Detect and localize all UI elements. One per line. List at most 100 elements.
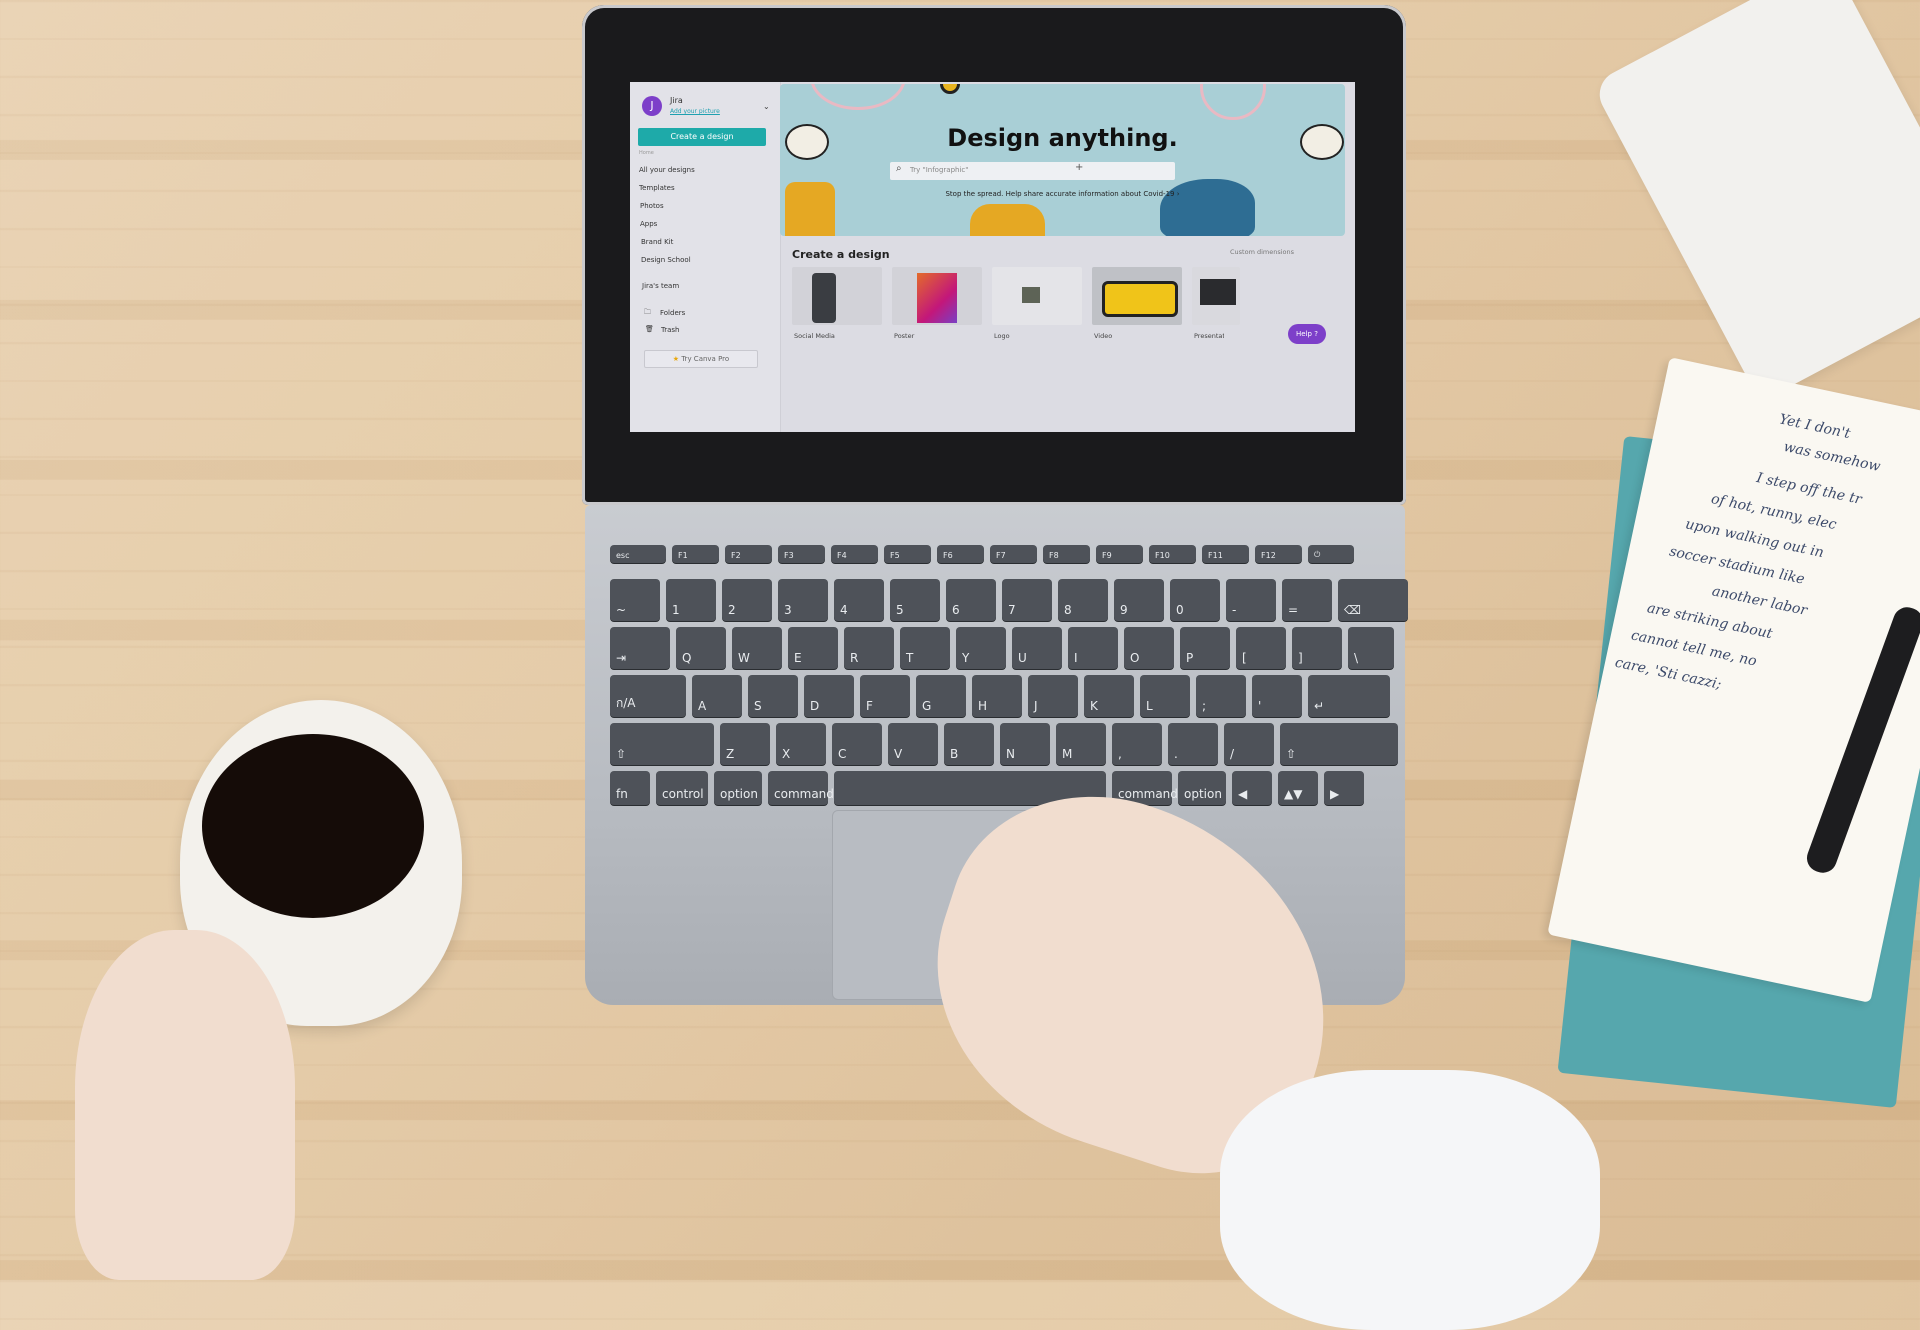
key[interactable]: L [1140, 675, 1190, 717]
key[interactable]: F3 [778, 545, 825, 563]
key[interactable]: G [916, 675, 966, 717]
key[interactable]: X [776, 723, 826, 765]
key[interactable]: ▲▼ [1278, 771, 1318, 805]
key[interactable]: ] [1292, 627, 1342, 669]
sidebar-item-trash[interactable]: Trash [661, 326, 680, 334]
key[interactable]: F9 [1096, 545, 1143, 563]
key[interactable]: ~ [610, 579, 660, 621]
key[interactable]: 8 [1058, 579, 1108, 621]
sidebar-item-all-designs[interactable]: All your designs [639, 166, 695, 174]
key[interactable]: Q [676, 627, 726, 669]
key[interactable]: ▶ [1324, 771, 1364, 805]
key[interactable]: ก/A [610, 675, 686, 717]
key[interactable]: M [1056, 723, 1106, 765]
key[interactable]: V [888, 723, 938, 765]
try-pro-button[interactable]: ★ Try Canva Pro [644, 350, 758, 368]
key[interactable]: O [1124, 627, 1174, 669]
design-tile-poster[interactable] [892, 267, 982, 325]
covid-notice-link[interactable]: Stop the spread. Help share accurate inf… [780, 190, 1345, 198]
key[interactable]: B [944, 723, 994, 765]
sidebar-item-folders[interactable]: Folders [660, 309, 685, 317]
sidebar-item-brand-kit[interactable]: Brand Kit [641, 238, 673, 246]
sidebar-item-apps[interactable]: Apps [640, 220, 657, 228]
key[interactable]: ; [1196, 675, 1246, 717]
custom-dimensions-link[interactable]: Custom dimensions [1230, 248, 1294, 256]
key[interactable]: esc [610, 545, 666, 563]
key[interactable]: F8 [1043, 545, 1090, 563]
key[interactable]: 0 [1170, 579, 1220, 621]
key[interactable]: F6 [937, 545, 984, 563]
key[interactable]: D [804, 675, 854, 717]
key[interactable]: 4 [834, 579, 884, 621]
key[interactable]: W [732, 627, 782, 669]
key[interactable]: I [1068, 627, 1118, 669]
key[interactable]: 2 [722, 579, 772, 621]
key[interactable]: = [1282, 579, 1332, 621]
sidebar-item-templates[interactable]: Templates [639, 184, 675, 192]
search-input[interactable]: ⌕ Try "Infographic" + [890, 162, 1175, 180]
key[interactable]: C [832, 723, 882, 765]
design-tile-video[interactable] [1092, 267, 1182, 325]
design-tile-presentation[interactable] [1192, 267, 1240, 325]
design-tile-logo[interactable] [992, 267, 1082, 325]
key[interactable]: ' [1252, 675, 1302, 717]
key[interactable]: ⏻ [1308, 545, 1354, 563]
help-button[interactable]: Help ? [1288, 324, 1326, 344]
key[interactable]: command [768, 771, 834, 805]
key[interactable]: A [692, 675, 742, 717]
key[interactable]: F11 [1202, 545, 1249, 563]
key[interactable]: 9 [1114, 579, 1164, 621]
key[interactable]: T [900, 627, 950, 669]
key[interactable]: Z [720, 723, 770, 765]
key[interactable]: N [1000, 723, 1050, 765]
key[interactable]: J [1028, 675, 1078, 717]
key[interactable]: S [748, 675, 798, 717]
key[interactable]: option [1178, 771, 1226, 805]
key[interactable]: F7 [990, 545, 1037, 563]
add-picture-link[interactable]: Add your picture [670, 108, 720, 115]
key[interactable]: 1 [666, 579, 716, 621]
key[interactable]: ⌫ [1338, 579, 1408, 621]
key[interactable]: E [788, 627, 838, 669]
create-design-button[interactable]: Create a design [638, 128, 766, 146]
key[interactable]: F5 [884, 545, 931, 563]
key[interactable]: ◀ [1232, 771, 1272, 805]
sidebar-item-design-school[interactable]: Design School [641, 256, 691, 264]
key[interactable]: \ [1348, 627, 1394, 669]
key[interactable]: [ [1236, 627, 1286, 669]
chevron-down-icon[interactable]: ⌄ [763, 102, 770, 111]
key[interactable]: ⇧ [610, 723, 714, 765]
key[interactable]: 6 [946, 579, 996, 621]
key[interactable]: - [1226, 579, 1276, 621]
key[interactable]: Y [956, 627, 1006, 669]
team-label[interactable]: Jira's team [642, 282, 679, 290]
key[interactable]: control [656, 771, 708, 805]
key[interactable]: 5 [890, 579, 940, 621]
sidebar-item-home[interactable]: Home [639, 150, 654, 156]
key[interactable]: F1 [672, 545, 719, 563]
key[interactable]: 7 [1002, 579, 1052, 621]
key-label: \ [1354, 651, 1359, 665]
design-tile-social-media[interactable] [792, 267, 882, 325]
key[interactable]: U [1012, 627, 1062, 669]
key[interactable]: ⇧ [1280, 723, 1398, 765]
key[interactable]: F [860, 675, 910, 717]
key[interactable]: ⇥ [610, 627, 670, 669]
key[interactable]: F4 [831, 545, 878, 563]
sidebar-item-photos[interactable]: Photos [640, 202, 664, 210]
key[interactable]: R [844, 627, 894, 669]
avatar[interactable]: J [642, 96, 662, 116]
key[interactable]: , [1112, 723, 1162, 765]
key[interactable]: H [972, 675, 1022, 717]
key[interactable]: F10 [1149, 545, 1196, 563]
key[interactable]: . [1168, 723, 1218, 765]
key[interactable]: ↵ [1308, 675, 1390, 717]
key[interactable]: 3 [778, 579, 828, 621]
key[interactable]: / [1224, 723, 1274, 765]
key[interactable]: F2 [725, 545, 772, 563]
key[interactable]: P [1180, 627, 1230, 669]
key[interactable]: F12 [1255, 545, 1302, 563]
key[interactable]: K [1084, 675, 1134, 717]
key[interactable]: option [714, 771, 762, 805]
key[interactable]: fn [610, 771, 650, 805]
